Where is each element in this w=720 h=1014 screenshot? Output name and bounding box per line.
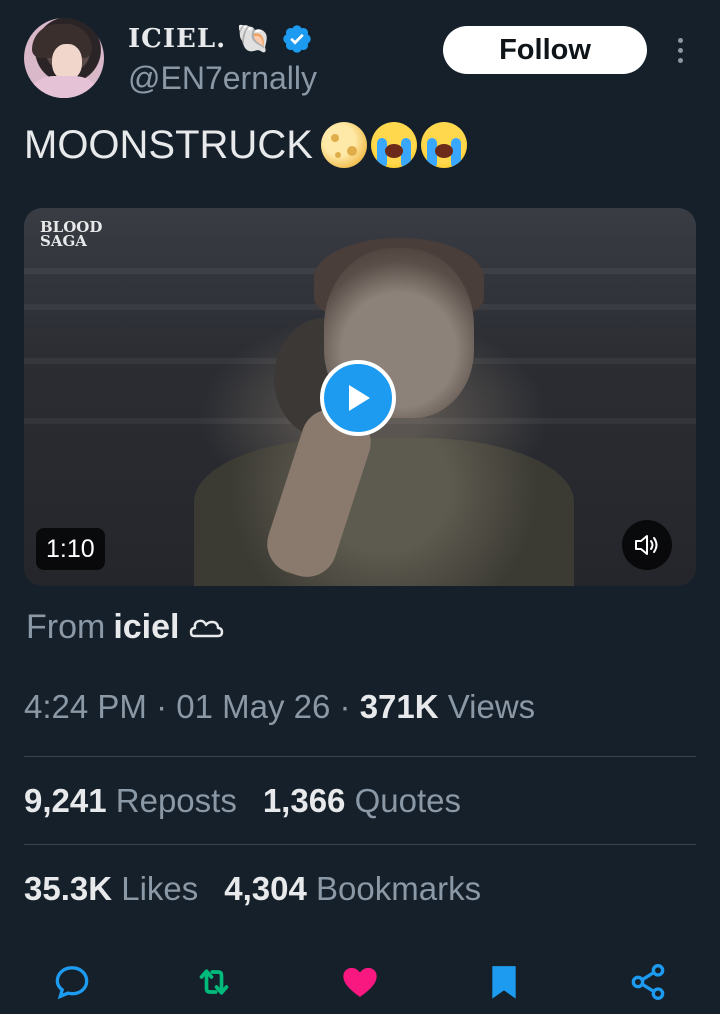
meta-separator: ·: [156, 688, 168, 725]
stats-row-1: 9,241 Reposts 1,366 Quotes: [24, 782, 461, 820]
like-button[interactable]: [336, 958, 384, 1006]
tweet-date[interactable]: 01 May 26: [176, 688, 330, 725]
reposts-label: Reposts: [115, 782, 237, 819]
shell-emoji-icon: 🐚: [236, 23, 272, 54]
repost-icon: [199, 969, 229, 995]
tweet-time[interactable]: 4:24 PM: [24, 688, 147, 725]
views-count: 371K: [359, 688, 439, 725]
likes-stat[interactable]: 35.3K Likes: [24, 870, 198, 908]
full-moon-face-icon: [320, 122, 367, 168]
share-icon: [631, 964, 665, 1001]
verified-badge-icon[interactable]: [281, 23, 313, 55]
share-button[interactable]: [624, 958, 672, 1006]
tweet-meta: 4:24 PM · 01 May 26 · 371K Views: [24, 688, 535, 726]
repost-button[interactable]: [190, 958, 238, 1006]
author-handle[interactable]: @EN7ernally: [128, 60, 317, 97]
volume-button[interactable]: [622, 520, 672, 570]
more-options-icon[interactable]: [668, 32, 692, 68]
reply-button[interactable]: [48, 958, 96, 1006]
views-label: Views: [447, 688, 536, 725]
avatar[interactable]: [24, 18, 104, 98]
source-name[interactable]: iciel: [113, 608, 179, 647]
bookmarks-stat[interactable]: 4,304 Bookmarks: [224, 870, 481, 908]
stats-row-2: 35.3K Likes 4,304 Bookmarks: [24, 870, 481, 908]
video-duration: 1:10: [36, 528, 105, 570]
video-watermark: BLOOD SAGA: [40, 220, 102, 264]
reposts-count: 9,241: [24, 782, 107, 819]
quotes-stat[interactable]: 1,366 Quotes: [263, 782, 461, 820]
loudly-crying-face-icon: [420, 122, 467, 168]
quotes-label: Quotes: [354, 782, 461, 819]
source-attribution[interactable]: From iciel: [26, 608, 224, 647]
author-name-row[interactable]: ICIEL. 🐚: [128, 22, 313, 56]
tweet-text-row: MOONSTRUCK: [24, 122, 467, 168]
tweet-text: MOONSTRUCK: [24, 122, 313, 167]
play-button[interactable]: [320, 360, 396, 436]
bookmarks-count: 4,304: [224, 870, 307, 907]
loudly-crying-face-icon: [370, 122, 417, 168]
video-performer-body: [194, 438, 574, 586]
divider: [24, 756, 696, 757]
quotes-count: 1,366: [262, 782, 346, 819]
bookmark-icon: [492, 966, 516, 999]
likes-count: 35.3K: [24, 870, 113, 907]
meta-separator: ·: [339, 688, 351, 725]
reposts-stat[interactable]: 9,241 Reposts: [24, 782, 237, 820]
avatar-face: [52, 44, 82, 80]
play-icon: [349, 385, 370, 411]
follow-button[interactable]: Follow: [443, 26, 647, 74]
watermark-line2: SAGA: [40, 232, 87, 250]
source-prefix: From: [26, 608, 106, 646]
video-player[interactable]: BLOOD SAGA 1:10: [24, 208, 696, 586]
divider: [24, 844, 696, 845]
bookmark-button[interactable]: [480, 958, 528, 1006]
likes-label: Likes: [121, 870, 199, 907]
speaker-icon: [635, 535, 658, 555]
tweet-emojis: [320, 122, 467, 168]
cloud-icon: [189, 619, 223, 637]
display-name[interactable]: ICIEL.: [128, 24, 226, 54]
bookmarks-label: Bookmarks: [316, 870, 482, 907]
avatar-sweater: [24, 76, 104, 98]
like-icon: [343, 967, 377, 997]
reply-icon: [55, 966, 89, 1000]
